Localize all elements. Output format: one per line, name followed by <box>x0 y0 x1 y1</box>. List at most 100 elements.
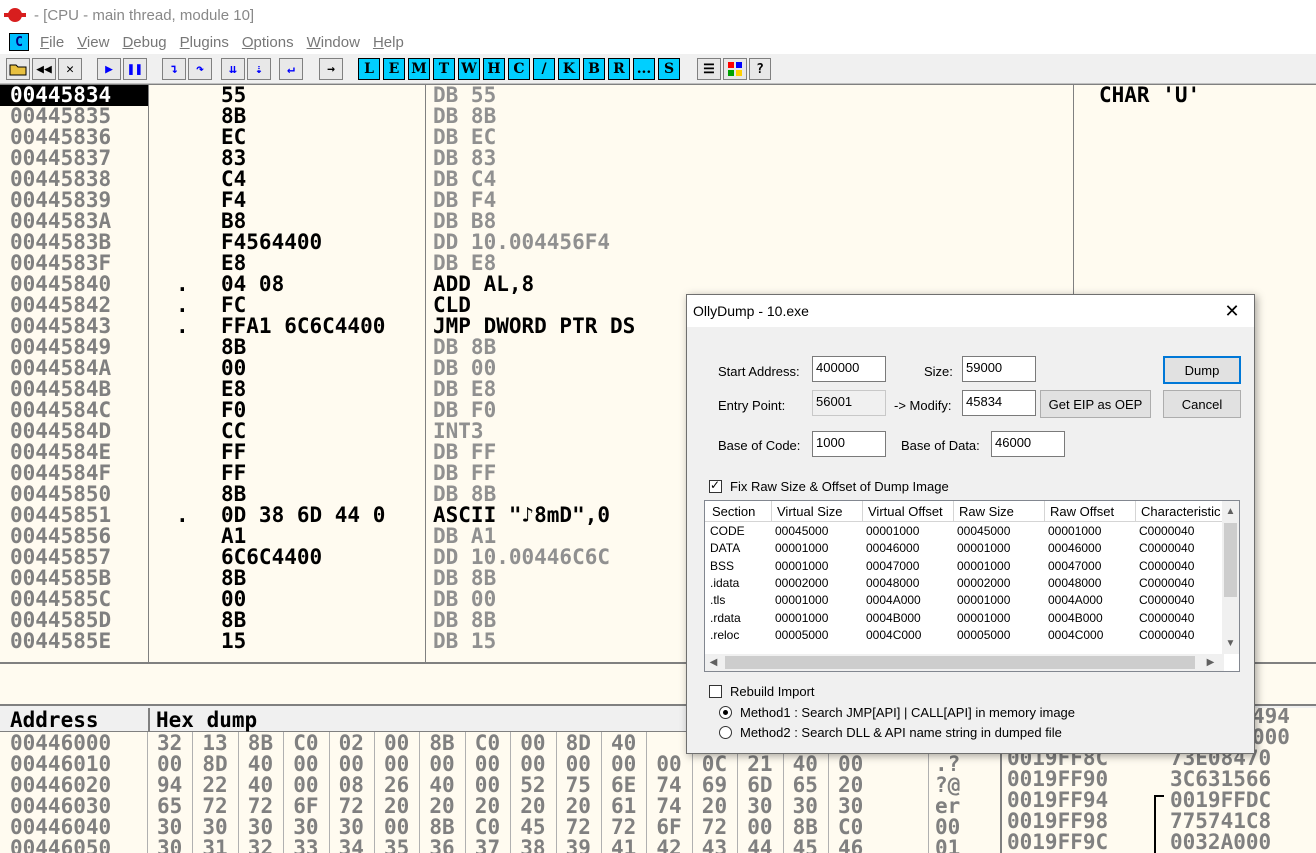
menu-item[interactable]: Options <box>240 34 296 51</box>
window-button[interactable]: B <box>583 58 605 80</box>
cancel-button[interactable]: Cancel <box>1163 390 1241 418</box>
help-button[interactable]: ? <box>749 58 771 80</box>
disassembly-row[interactable]: 00445840. 04 08 ADD AL,8 <box>0 274 1316 295</box>
window-button[interactable]: K <box>558 58 580 80</box>
table-row[interactable]: .reloc 00005000 0004C000 00005000 0004C000 C0… <box>705 627 1225 644</box>
rebuild-import-checkbox[interactable] <box>709 685 722 698</box>
stack-row[interactable]: 0019FF98 775741C8 <box>1002 811 1316 832</box>
disassembly-row[interactable]: 0044583B F4564400 DD 10.004456F4 <box>0 232 1316 253</box>
row-address: 00445836 <box>10 125 112 149</box>
table-cell: .tls <box>710 593 726 608</box>
address-column-header[interactable]: Address <box>10 708 99 732</box>
cpu-window-icon[interactable]: C <box>9 33 29 51</box>
dump-row[interactable]: 00446050 30 31 32 33 34 35 36 37 38 39 41 42 43 44 45 46… <box>0 838 1000 853</box>
column-header[interactable]: Virtual Size <box>777 504 863 519</box>
table-row[interactable]: .rdata 00001000 0004B000 00001000 0004B000 C0… <box>705 610 1225 627</box>
column-header[interactable]: Virtual Offset <box>868 504 954 519</box>
window-button[interactable]: S <box>658 58 680 80</box>
scroll-up-icon[interactable]: ▲ <box>1222 503 1239 520</box>
dump-grid-line <box>555 732 557 853</box>
list-icon[interactable]: ☰ <box>697 58 721 80</box>
stack-row[interactable]: 0019FF94 0019FFDC <box>1002 790 1316 811</box>
column-header[interactable]: Raw Size <box>959 504 1045 519</box>
window-button[interactable]: ... <box>633 58 655 80</box>
menu-item[interactable]: Help <box>371 34 406 51</box>
close-icon[interactable]: ✕ <box>1210 295 1254 327</box>
go-to-address-icon[interactable]: → <box>319 58 343 80</box>
window-button[interactable]: H <box>483 58 505 80</box>
sections-table[interactable]: Section Virtual Size Virtual Offset Raw Siz… <box>704 500 1240 672</box>
disassembly-row[interactable]: 00445837 83 DB 83 <box>0 148 1316 169</box>
row-address: 00445856 <box>10 524 112 548</box>
column-separator[interactable] <box>862 501 863 522</box>
scrollbar-thumb[interactable] <box>1224 523 1237 597</box>
table-cell: .reloc <box>710 627 740 642</box>
disassembly-row[interactable]: 00445834 55 DB 55 <box>0 85 1316 106</box>
base-of-data-field[interactable]: 46000 <box>991 431 1065 457</box>
disassembly-row[interactable]: 00445836 EC DB EC <box>0 127 1316 148</box>
table-row[interactable]: CODE 00045000 00001000 00045000 00001000 C000… <box>705 523 1225 540</box>
window-button[interactable]: M <box>408 58 430 80</box>
stack-row[interactable]: 0019FF9C 0032A000 <box>1002 832 1316 853</box>
menu-item[interactable]: View <box>75 34 111 51</box>
dump-byte: 45 <box>520 815 546 839</box>
window-button[interactable]: C <box>508 58 530 80</box>
get-eip-as-oep-button[interactable]: Get EIP as OEP <box>1040 390 1151 418</box>
disassembly-row[interactable]: 0044583F E8 DB E8 <box>0 253 1316 274</box>
menu-item[interactable]: Debug <box>120 34 168 51</box>
colors-icon[interactable] <box>723 58 747 80</box>
stack-row[interactable]: 0019FF90 3C631566 <box>1002 769 1316 790</box>
disassembly-row[interactable]: 00445838 C4 DB C4 <box>0 169 1316 190</box>
execute-till-return-icon[interactable]: ↵ <box>279 58 303 80</box>
pause-icon[interactable]: ❚❚ <box>123 58 147 80</box>
disassembly-row[interactable]: 0044583A B8 DB B8 <box>0 211 1316 232</box>
menu-item[interactable]: File <box>38 34 66 51</box>
table-row[interactable]: BSS 00001000 00047000 00001000 00047000 C0000… <box>705 558 1225 575</box>
run-icon[interactable]: ▶ <box>97 58 121 80</box>
base-of-code-field[interactable]: 1000 <box>812 431 886 457</box>
restart-icon[interactable]: ◀◀ <box>32 58 56 80</box>
window-button[interactable]: R <box>608 58 630 80</box>
window-button[interactable]: / <box>533 58 555 80</box>
column-separator[interactable] <box>771 501 772 522</box>
start-address-field[interactable]: 400000 <box>812 356 886 382</box>
dump-button[interactable]: Dump <box>1163 356 1241 384</box>
window-button[interactable]: E <box>383 58 405 80</box>
column-header[interactable]: Raw Offset <box>1050 504 1136 519</box>
window-button[interactable]: W <box>458 58 480 80</box>
column-separator[interactable] <box>1135 501 1136 522</box>
menu-item[interactable]: Plugins <box>178 34 231 51</box>
method2-radio[interactable] <box>719 726 732 739</box>
scroll-left-icon[interactable]: ◀ <box>705 654 722 671</box>
disassembly-row[interactable]: 00445835 8B DB 8B <box>0 106 1316 127</box>
trace-over-icon[interactable]: ⇣ <box>247 58 271 80</box>
column-separator[interactable] <box>1044 501 1045 522</box>
disassembly-row[interactable]: 00445839 F4 DB F4 <box>0 190 1316 211</box>
menu-item[interactable]: Window <box>305 34 362 51</box>
step-over-icon[interactable]: ↷ <box>188 58 212 80</box>
trace-into-icon[interactable]: ⇊ <box>221 58 245 80</box>
close-program-icon[interactable]: ✕ <box>58 58 82 80</box>
column-header[interactable]: Characteristic <box>1141 504 1223 519</box>
dump-row[interactable]: 00446040 30 30 30 30 30 00 8B C0 45 72 72 6F 72 00 8B C0… <box>0 817 1000 838</box>
dump-row[interactable]: 00446020 94 22 40 00 08 26 40 00 52 75 6E 74 69 6D 65 20… <box>0 775 1000 796</box>
open-folder-icon[interactable] <box>6 58 30 80</box>
horizontal-scrollbar[interactable]: ◀ ▶ <box>705 654 1224 671</box>
step-into-icon[interactable]: ↴ <box>162 58 186 80</box>
dump-row[interactable]: 00446010 00 8D 40 00 00 00 00 00 00 00 00 00 0C 21 40 00… <box>0 754 1000 775</box>
scroll-right-icon[interactable]: ▶ <box>1202 654 1219 671</box>
table-row[interactable]: .idata 00002000 00048000 00002000 00048000 C0… <box>705 575 1225 592</box>
dump-row[interactable]: 00446030 65 72 72 6F 72 20 20 20 20 20 61 74 20 30 30 30… <box>0 796 1000 817</box>
table-row[interactable]: DATA 00001000 00046000 00001000 00046000 C000… <box>705 540 1225 557</box>
window-button[interactable]: T <box>433 58 455 80</box>
modify-field[interactable]: 45834 <box>962 390 1036 416</box>
table-row[interactable]: .tls 00001000 0004A000 00001000 0004A000 C000… <box>705 592 1225 609</box>
scrollbar-thumb[interactable] <box>725 656 1195 669</box>
method1-radio[interactable] <box>719 706 732 719</box>
table-cell: C0000040 <box>1139 558 1195 573</box>
hex-dump-column-header[interactable]: Hex dump <box>156 708 257 732</box>
window-button[interactable]: L <box>358 58 380 80</box>
size-field[interactable]: 59000 <box>962 356 1036 382</box>
fix-raw-size-checkbox[interactable] <box>709 478 722 493</box>
column-separator[interactable] <box>953 501 954 522</box>
